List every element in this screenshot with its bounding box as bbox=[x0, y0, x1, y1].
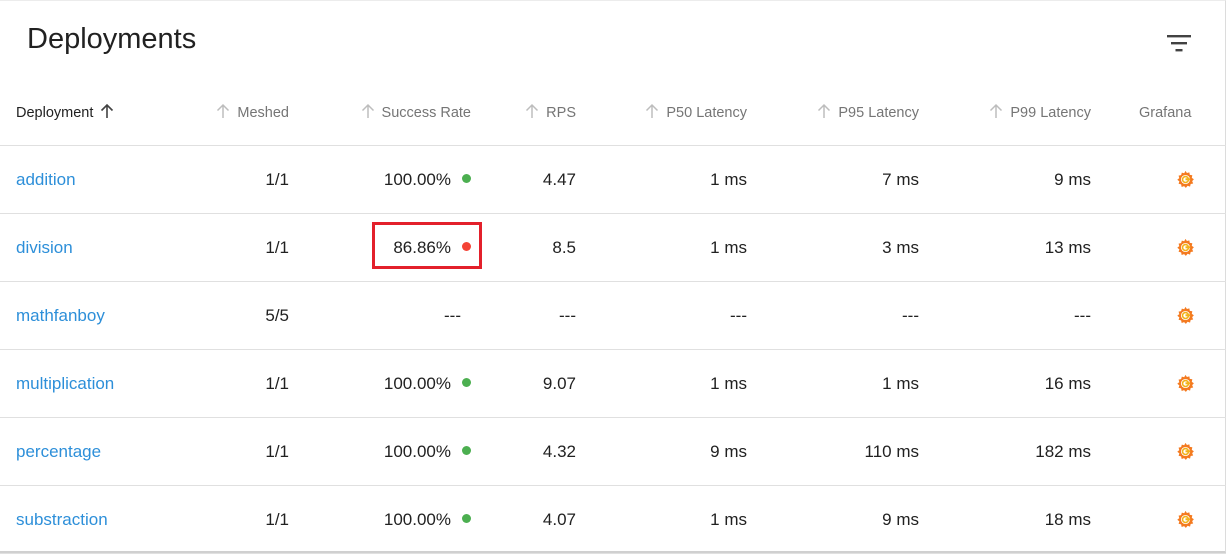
p99-latency-value: 182 ms bbox=[1035, 442, 1091, 461]
rps-value: --- bbox=[559, 306, 576, 325]
sort-arrow-up-icon bbox=[646, 103, 659, 118]
column-label: Success Rate bbox=[381, 105, 471, 121]
table-row: percentage 1/1 100.00% 4.32 9 ms 110 ms 182 ms bbox=[0, 418, 1226, 486]
rps-value: 4.32 bbox=[542, 442, 576, 461]
p50-latency-value: 1 ms bbox=[710, 510, 747, 529]
success-rate-cell: 100.00% bbox=[384, 486, 471, 554]
rps-value: 9.07 bbox=[542, 374, 576, 393]
table-row: division 1/1 86.86% 8.5 1 ms 3 ms 13 ms bbox=[0, 214, 1226, 282]
p50-latency-value: 1 ms bbox=[710, 374, 747, 393]
page-title: Deployments bbox=[27, 23, 197, 55]
p95-latency-value: 9 ms bbox=[882, 510, 919, 529]
sort-arrow-up-icon bbox=[101, 103, 114, 118]
sort-arrow-up-icon bbox=[990, 103, 1003, 118]
column-label: Deployment bbox=[16, 105, 94, 121]
sort-arrow-up-icon bbox=[818, 103, 831, 118]
column-header-deployment[interactable]: Deployment bbox=[16, 81, 115, 146]
meshed-value: 1/1 bbox=[265, 442, 289, 461]
success-rate-value: 100.00% bbox=[383, 374, 451, 393]
grafana-icon[interactable] bbox=[1175, 237, 1196, 258]
p99-latency-value: 9 ms bbox=[1054, 170, 1091, 189]
success-rate-cell: --- bbox=[444, 282, 461, 350]
table-header: Deployment Meshed Success Rate RPS P50 L… bbox=[0, 81, 1226, 146]
column-header-meshed[interactable]: Meshed bbox=[215, 81, 289, 146]
status-dot bbox=[462, 378, 471, 387]
column-header-p99-latency[interactable]: P99 Latency bbox=[988, 81, 1091, 146]
deployment-link[interactable]: addition bbox=[16, 146, 76, 214]
success-rate-value: 100.00% bbox=[383, 442, 451, 461]
grafana-icon[interactable] bbox=[1175, 509, 1196, 530]
column-header-p95-latency[interactable]: P95 Latency bbox=[816, 81, 919, 146]
p50-latency-value: --- bbox=[730, 306, 747, 325]
deployment-link[interactable]: division bbox=[16, 214, 73, 282]
rps-value: 4.47 bbox=[542, 170, 576, 189]
status-dot bbox=[462, 514, 471, 523]
column-header-grafana: Grafana bbox=[1139, 81, 1191, 146]
meshed-value: 1/1 bbox=[265, 510, 289, 529]
deployment-link[interactable]: mathfanboy bbox=[16, 282, 105, 350]
deployment-link[interactable]: percentage bbox=[16, 418, 101, 486]
success-rate-cell: 100.00% bbox=[384, 350, 471, 418]
deployments-card: Deployments Deployment Meshed Success Ra… bbox=[0, 0, 1226, 554]
p95-latency-value: 3 ms bbox=[882, 238, 919, 257]
table-row: addition 1/1 100.00% 4.47 1 ms 7 ms 9 ms bbox=[0, 146, 1226, 214]
column-label: RPS bbox=[546, 105, 576, 121]
filter-list-icon[interactable] bbox=[1166, 33, 1192, 53]
column-label: P99 Latency bbox=[1010, 105, 1091, 121]
meshed-value: 1/1 bbox=[265, 238, 289, 257]
grafana-icon[interactable] bbox=[1175, 441, 1196, 462]
column-label: Meshed bbox=[237, 105, 289, 121]
column-label: P95 Latency bbox=[838, 105, 919, 121]
sort-arrow-up-icon bbox=[526, 103, 539, 118]
sort-arrow-up-icon bbox=[361, 103, 374, 118]
deployment-link[interactable]: substraction bbox=[16, 486, 108, 554]
column-header-rps[interactable]: RPS bbox=[524, 81, 576, 146]
p50-latency-value: 1 ms bbox=[710, 238, 747, 257]
success-rate-cell: 100.00% bbox=[384, 146, 471, 214]
grafana-icon[interactable] bbox=[1175, 305, 1196, 326]
p95-latency-value: 110 ms bbox=[864, 442, 920, 461]
status-dot bbox=[462, 174, 471, 183]
table-row: substraction 1/1 100.00% 4.07 1 ms 9 ms 18 ms bbox=[0, 486, 1226, 554]
p50-latency-value: 1 ms bbox=[710, 170, 747, 189]
grafana-icon[interactable] bbox=[1175, 169, 1196, 190]
success-rate-value: --- bbox=[444, 306, 461, 325]
p99-latency-value: 16 ms bbox=[1044, 374, 1091, 393]
p95-latency-value: 7 ms bbox=[882, 170, 919, 189]
meshed-value: 1/1 bbox=[265, 170, 289, 189]
meshed-value: 1/1 bbox=[265, 374, 289, 393]
status-dot bbox=[462, 446, 471, 455]
column-label: P50 Latency bbox=[666, 105, 747, 121]
deployment-link[interactable]: multiplication bbox=[16, 350, 114, 418]
success-rate-cell: 100.00% bbox=[384, 418, 471, 486]
rps-value: 4.07 bbox=[542, 510, 576, 529]
sort-arrow-up-icon bbox=[217, 103, 230, 118]
p99-latency-value: --- bbox=[1074, 306, 1091, 325]
column-header-success-rate[interactable]: Success Rate bbox=[360, 81, 471, 146]
rps-value: 8.5 bbox=[552, 238, 576, 257]
highlight-box bbox=[372, 222, 482, 269]
p50-latency-value: 9 ms bbox=[710, 442, 747, 461]
p99-latency-value: 13 ms bbox=[1044, 238, 1091, 257]
column-header-p50-latency[interactable]: P50 Latency bbox=[644, 81, 747, 146]
meshed-value: 5/5 bbox=[265, 306, 289, 325]
p95-latency-value: 1 ms bbox=[882, 374, 919, 393]
table-row: mathfanboy 5/5 --- --- --- --- --- bbox=[0, 282, 1226, 350]
success-rate-value: 100.00% bbox=[383, 510, 451, 529]
p95-latency-value: --- bbox=[902, 306, 919, 325]
table-row: multiplication 1/1 100.00% 9.07 1 ms 1 ms 16 m… bbox=[0, 350, 1226, 418]
success-rate-value: 100.00% bbox=[383, 170, 451, 189]
p99-latency-value: 18 ms bbox=[1044, 510, 1091, 529]
grafana-icon[interactable] bbox=[1175, 373, 1196, 394]
column-label: Grafana bbox=[1139, 105, 1192, 121]
